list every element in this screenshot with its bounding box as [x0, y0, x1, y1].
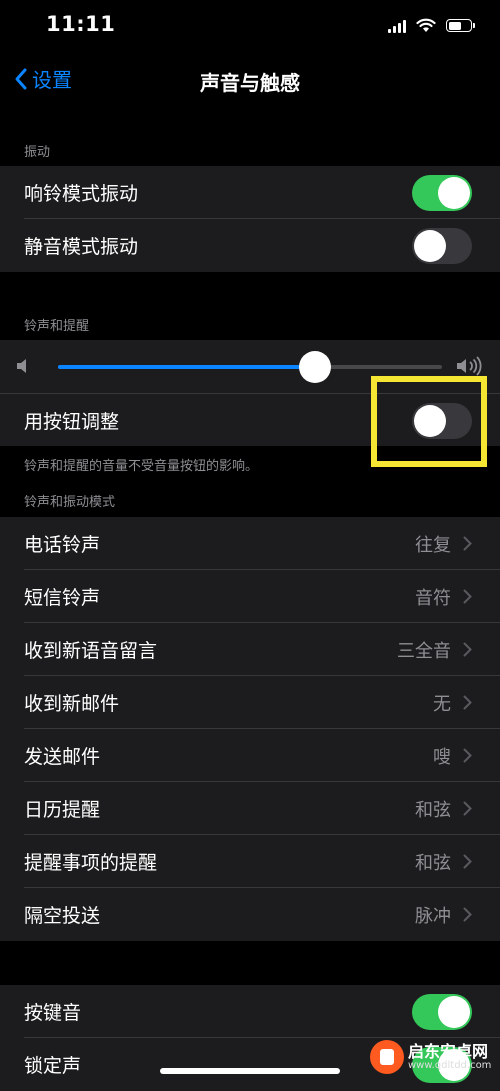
row-value: 音符 — [415, 587, 451, 609]
row-calendar-alerts[interactable]: 日历提醒 和弦 — [0, 782, 500, 835]
keyboard-clicks-toggle[interactable] — [412, 993, 472, 1030]
silent-vibrate-toggle[interactable] — [412, 227, 472, 264]
volume-slider[interactable] — [58, 351, 442, 383]
chevron-right-icon — [463, 854, 472, 869]
row-text-tone[interactable]: 短信铃声 音符 — [0, 570, 500, 623]
system-sounds-group: 按键音 锁定声 — [0, 985, 500, 1091]
watermark-logo-icon — [370, 1040, 404, 1074]
vibration-group: 响铃模式振动 静音模式振动 — [0, 166, 500, 272]
chevron-right-icon — [463, 536, 472, 551]
row-keyboard-clicks: 按键音 — [0, 985, 500, 1038]
row-label: 提醒事项的提醒 — [24, 852, 158, 874]
cellular-signal-icon — [388, 19, 406, 33]
row-value: 往复 — [415, 534, 451, 556]
row-sent-mail[interactable]: 发送邮件 嗖 — [0, 729, 500, 782]
row-value: 无 — [433, 693, 451, 715]
row-reminder-alerts[interactable]: 提醒事项的提醒 和弦 — [0, 835, 500, 888]
status-time: 11:11 — [46, 12, 116, 36]
row-ringtone[interactable]: 电话铃声 往复 — [0, 517, 500, 570]
section-header-ringer: 铃声和提醒 — [24, 319, 90, 334]
watermark-url: www.qdltdd.com — [408, 1060, 492, 1072]
status-icons — [388, 18, 475, 33]
row-ring-vibrate: 响铃模式振动 — [0, 166, 500, 219]
page-title: 声音与触感 — [200, 71, 300, 95]
highlight-box — [371, 376, 487, 467]
chevron-right-icon — [463, 748, 472, 763]
row-label: 电话铃声 — [24, 534, 101, 556]
row-value: 嗖 — [433, 746, 451, 768]
row-label: 发送邮件 — [24, 746, 101, 768]
row-value: 三全音 — [397, 640, 451, 662]
volume-slider-fill — [58, 365, 316, 369]
row-label: 短信铃声 — [24, 587, 101, 609]
section-header-patterns: 铃声和振动模式 — [24, 495, 116, 510]
row-label: 用按钮调整 — [24, 410, 120, 433]
row-silent-vibrate: 静音模式振动 — [0, 219, 500, 272]
volume-slider-knob[interactable] — [299, 351, 332, 383]
row-label: 响铃模式振动 — [24, 183, 139, 205]
row-new-voicemail[interactable]: 收到新语音留言 三全音 — [0, 623, 500, 676]
row-label: 收到新邮件 — [24, 693, 120, 715]
wifi-icon — [416, 18, 436, 32]
row-value: 脉冲 — [415, 905, 451, 927]
chevron-right-icon — [463, 907, 472, 922]
section-header-vibration: 振动 — [24, 145, 51, 160]
row-new-mail[interactable]: 收到新邮件 无 — [0, 676, 500, 729]
chevron-right-icon — [463, 589, 472, 604]
navigation-bar: 设置 声音与触感 — [0, 56, 500, 106]
row-label: 收到新语音留言 — [24, 640, 158, 662]
row-label: 隔空投送 — [24, 905, 101, 927]
row-label: 静音模式振动 — [24, 236, 139, 258]
battery-icon — [446, 19, 475, 32]
chevron-right-icon — [463, 801, 472, 816]
row-label: 锁定声 — [24, 1055, 82, 1077]
row-value: 和弦 — [415, 799, 451, 821]
volume-high-icon — [457, 356, 482, 376]
chevron-right-icon — [463, 642, 472, 657]
ring-vibrate-toggle[interactable] — [412, 174, 472, 211]
watermark: 启东安卓网 www.qdltdd.com — [370, 1040, 491, 1074]
status-bar: 11:11 — [0, 0, 500, 56]
row-label: 按键音 — [24, 1002, 82, 1024]
patterns-group: 电话铃声 往复 短信铃声 音符 收到新语音留言 三全音 收到新邮件 无 发送邮件… — [0, 517, 500, 941]
row-airdrop[interactable]: 隔空投送 脉冲 — [0, 888, 500, 941]
chevron-right-icon — [463, 695, 472, 710]
watermark-name: 启东安卓网 — [408, 1041, 489, 1061]
volume-low-icon — [17, 359, 26, 373]
ringer-footnote: 铃声和提醒的音量不受音量按钮的影响。 — [24, 459, 259, 474]
home-indicator[interactable] — [160, 1068, 340, 1074]
row-value: 和弦 — [415, 852, 451, 874]
row-label: 日历提醒 — [24, 799, 101, 821]
